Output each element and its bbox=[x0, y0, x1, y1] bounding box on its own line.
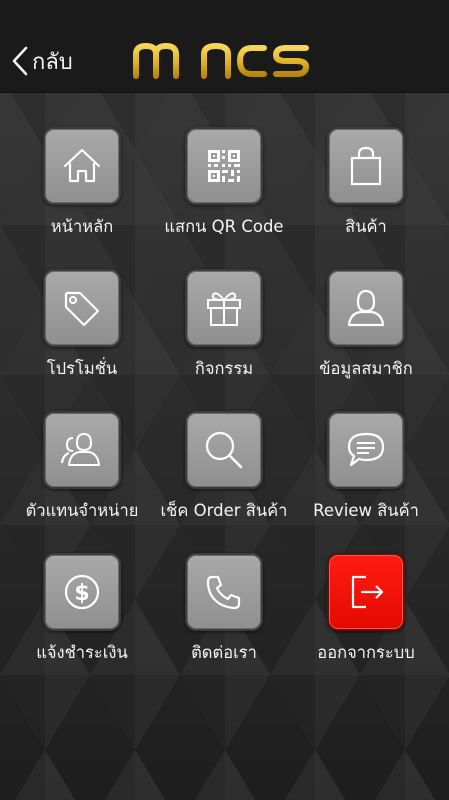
chevron-left-icon bbox=[12, 46, 28, 76]
menu-item-promotion[interactable]: โปรโมชั่น bbox=[11, 234, 153, 378]
menu-item-home[interactable]: หน้าหลัก bbox=[11, 92, 153, 236]
svg-text:$: $ bbox=[74, 581, 89, 606]
tile: $ bbox=[43, 553, 121, 631]
tile bbox=[185, 411, 263, 489]
chat-bubble-icon bbox=[347, 432, 385, 467]
search-icon bbox=[205, 431, 243, 469]
gift-icon bbox=[207, 292, 241, 326]
back-label: กลับ bbox=[32, 49, 73, 75]
menu-item-label: ติดต่อเรา bbox=[191, 643, 257, 662]
shopping-bag-icon bbox=[350, 146, 382, 186]
menu-item-check-order[interactable]: เช็ค Order สินค้า bbox=[153, 376, 295, 520]
tag-icon bbox=[64, 291, 100, 327]
tile bbox=[185, 553, 263, 631]
back-button[interactable]: กลับ bbox=[10, 42, 73, 80]
tile bbox=[43, 127, 121, 205]
menu-item-label: แจ้งชำระเงิน bbox=[36, 643, 128, 662]
user-icon bbox=[347, 289, 385, 327]
qr-code-icon bbox=[208, 150, 240, 182]
menu-item-contact[interactable]: ติดต่อเรา bbox=[153, 518, 295, 662]
tile bbox=[327, 553, 405, 631]
menu-item-products[interactable]: สินค้า bbox=[295, 92, 437, 236]
brand-logo bbox=[133, 43, 309, 79]
home-icon bbox=[63, 148, 101, 183]
menu-item-activities[interactable]: กิจกรรม bbox=[153, 234, 295, 378]
menu-item-review[interactable]: Review สินค้า bbox=[295, 376, 437, 520]
menu-item-dealers[interactable]: ตัวแทนจำหน่าย bbox=[11, 376, 153, 520]
menu-item-qr-scan[interactable]: แสกน QR Code bbox=[153, 92, 295, 236]
menu-item-member-info[interactable]: ข้อมูลสมาชิก bbox=[295, 234, 437, 378]
tile bbox=[43, 411, 121, 489]
tile bbox=[327, 127, 405, 205]
logout-icon bbox=[351, 575, 384, 609]
tile bbox=[327, 269, 405, 347]
app-header: กลับ bbox=[0, 0, 449, 93]
menu-item-label: ออกจากระบบ bbox=[317, 643, 415, 662]
tile bbox=[43, 269, 121, 347]
menu-item-logout[interactable]: ออกจากระบบ bbox=[295, 518, 437, 662]
tile bbox=[327, 411, 405, 489]
menu-item-payment[interactable]: $ แจ้งชำระเงิน bbox=[11, 518, 153, 662]
tile bbox=[185, 127, 263, 205]
tile bbox=[185, 269, 263, 347]
users-icon bbox=[61, 432, 100, 466]
dollar-coin-icon: $ bbox=[64, 574, 100, 610]
phone-icon bbox=[206, 575, 241, 610]
